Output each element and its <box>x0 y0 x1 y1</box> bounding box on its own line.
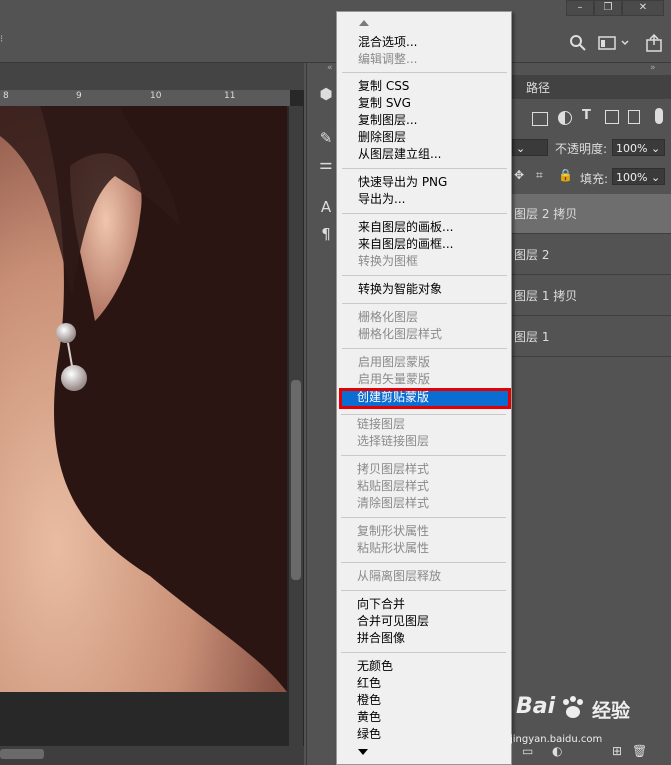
adjust-icon[interactable]: ⚌ <box>315 153 337 175</box>
panel-tabs: 路径 <box>512 75 671 99</box>
menu-separator <box>342 275 507 276</box>
workspace-icon[interactable] <box>598 35 632 51</box>
watermark-url: jingyan.baidu.com <box>510 734 603 745</box>
collapse-handle-icon[interactable]: ⁝ <box>0 34 3 45</box>
layer-name: 图层 1 拷贝 <box>514 289 578 303</box>
smart-object-filter-icon[interactable] <box>628 110 640 124</box>
canvas-photo[interactable] <box>0 106 287 692</box>
menu-item-frame-from-layers[interactable]: 来自图层的画框... <box>358 236 508 253</box>
menu-item-artboard-from-layers[interactable]: 来自图层的画板... <box>358 219 508 236</box>
horizontal-scrollbar[interactable] <box>0 746 304 765</box>
paragraph-icon[interactable]: ¶ <box>315 223 337 245</box>
share-icon[interactable] <box>645 34 663 52</box>
minimize-icon[interactable]: – <box>566 0 594 16</box>
layer-row[interactable]: 图层 1 拷贝 <box>512 276 671 316</box>
horizontal-ruler: 8 9 10 11 <box>0 90 290 107</box>
menu-item-quick-export-png[interactable]: 快速导出为 PNG <box>358 174 508 191</box>
layer-name: 图层 1 <box>514 330 550 344</box>
fill-label: 填充: <box>580 172 609 186</box>
menu-item-delete-layer[interactable]: 删除图层 <box>358 129 508 146</box>
layer-name: 图层 2 <box>514 248 550 262</box>
brush-settings-icon[interactable]: ✎ <box>315 127 337 149</box>
tab-paths[interactable]: 路径 <box>526 79 550 96</box>
menu-separator <box>342 348 507 349</box>
opacity-input[interactable]: 100% ⌄ <box>612 139 665 156</box>
menu-item-copy-svg[interactable]: 复制 SVG <box>358 95 508 112</box>
paw-logo-icon <box>560 696 586 718</box>
horizontal-scrollbar-thumb[interactable] <box>0 749 44 759</box>
lock-position-icon[interactable]: ✥ <box>514 168 524 182</box>
opacity-value: 100% <box>616 142 648 155</box>
fill-value: 100% <box>616 171 648 184</box>
menu-item-rasterize-layer: 栅格化图层 <box>358 310 419 324</box>
vertical-scrollbar-thumb[interactable] <box>291 380 301 580</box>
search-icon[interactable] <box>569 34 587 52</box>
shape-filter-icon[interactable] <box>605 110 619 124</box>
ruler-tick: 9 <box>76 91 82 101</box>
menu-item-rasterize-layer-style: 栅格化图层样式 <box>358 327 443 341</box>
opacity-label: 不透明度: <box>555 142 608 156</box>
type-filter-icon[interactable]: T <box>582 108 591 123</box>
ruler-tick: 11 <box>224 91 236 101</box>
menu-separator <box>342 168 507 169</box>
menu-item-export-as[interactable]: 导出为... <box>358 191 508 208</box>
menu-item-copy-css[interactable]: 复制 CSS <box>358 78 508 95</box>
menu-item-convert-to-frame: 转换为图框 <box>358 254 419 268</box>
fill-input[interactable]: 100% ⌄ <box>612 168 665 185</box>
document-tab-strip <box>0 63 304 90</box>
panel-collapse-icon[interactable]: » <box>650 63 656 73</box>
close-icon[interactable]: ✕ <box>622 0 664 16</box>
ruler-tick: 8 <box>3 91 9 101</box>
blend-mode-select[interactable]: ⌄ <box>512 139 548 156</box>
scroll-up-icon[interactable] <box>359 20 369 26</box>
filter-toggle[interactable] <box>655 108 663 124</box>
baidu-jingyan-watermark: Bai 经验 jingyan.baidu.com <box>510 690 660 750</box>
lock-all-icon[interactable]: 🔒 <box>558 168 573 182</box>
menu-item-group-from-layers[interactable]: 从图层建立组... <box>358 146 508 163</box>
3d-icon[interactable]: ⬢ <box>315 83 337 105</box>
watermark-brand: Bai <box>516 694 556 719</box>
layer-filter-bar: T <box>512 108 671 132</box>
menu-separator <box>342 303 507 304</box>
layer-row[interactable]: 图层 2 拷贝 <box>512 194 671 234</box>
lock-artboard-icon[interactable]: ⌗ <box>536 168 543 183</box>
menu-item-edit-adjustment: 编辑调整... <box>358 52 418 66</box>
menu-item-convert-to-smart-object[interactable]: 转换为智能对象 <box>358 281 508 298</box>
layer-name: 图层 2 拷贝 <box>514 207 578 221</box>
restore-icon[interactable]: ❐ <box>594 0 622 16</box>
watermark-suffix: 经验 <box>592 700 631 722</box>
ruler-tick: 10 <box>150 91 162 101</box>
layer-row[interactable]: 图层 1 <box>512 317 671 357</box>
menu-separator <box>342 213 507 214</box>
adjustment-filter-icon[interactable] <box>558 111 572 125</box>
menu-item-blending-options[interactable]: 混合选项... <box>358 34 508 51</box>
collapse-arrows-icon[interactable]: « <box>327 63 333 73</box>
menu-item-enable-layer-mask: 启用图层蒙版 <box>358 355 431 369</box>
menu-item-duplicate-layer[interactable]: 复制图层... <box>358 112 508 129</box>
layer-row[interactable]: 图层 2 <box>512 235 671 275</box>
image-filter-icon[interactable] <box>532 112 548 126</box>
menu-item-enable-vector-mask: 启用矢量蒙版 <box>358 372 431 386</box>
menu-separator <box>342 72 507 73</box>
annotation-red-box <box>339 388 511 409</box>
type-a-icon[interactable]: A <box>315 196 337 218</box>
